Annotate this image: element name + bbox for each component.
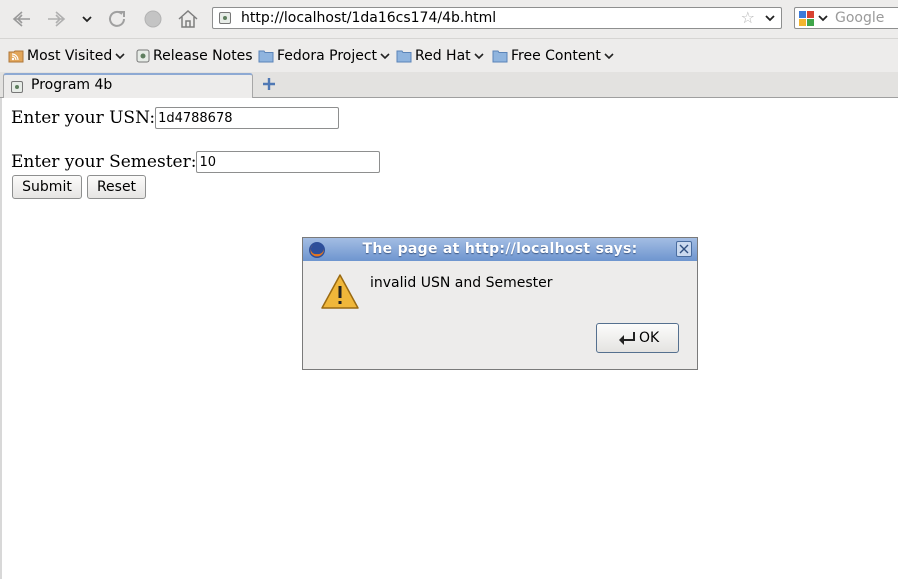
reset-button[interactable]: Reset [87, 175, 146, 199]
chevron-down-icon [115, 53, 125, 60]
semester-label: Enter your Semester: [11, 152, 197, 172]
search-engine-dropdown-icon[interactable] [817, 10, 829, 26]
reload-button[interactable] [104, 5, 130, 33]
stop-icon [144, 10, 162, 28]
warning-icon [321, 274, 359, 309]
chevron-down-icon [474, 53, 484, 60]
bookmark-most-visited[interactable]: Most Visited [8, 47, 125, 65]
home-button[interactable] [175, 5, 201, 33]
google-engine-icon[interactable] [799, 11, 814, 26]
bookmark-red-hat[interactable]: Red Hat [396, 47, 484, 65]
tab-strip: Program 4b [0, 72, 898, 98]
rss-folder-icon [8, 50, 24, 63]
navigation-toolbar: ☆ [0, 0, 898, 38]
close-icon [679, 244, 689, 254]
dialog-titlebar[interactable]: The page at http://localhost says: [303, 238, 697, 261]
stop-button[interactable] [140, 5, 166, 33]
semester-row: Enter your Semester: [11, 151, 381, 173]
reload-icon [109, 10, 125, 27]
page-icon [136, 49, 150, 63]
chevron-down-icon [380, 53, 390, 60]
submit-button[interactable]: Submit [12, 175, 82, 199]
bookmark-fedora-project[interactable]: Fedora Project [258, 47, 390, 65]
bookmark-label: Most Visited [27, 48, 113, 64]
dialog-close-button[interactable] [676, 241, 692, 257]
bookmarks-toolbar: Most Visited Release Notes Fedora Projec… [0, 38, 898, 72]
address-bar[interactable]: ☆ [212, 7, 782, 29]
tab-favicon-icon [11, 81, 23, 93]
bookmark-label: Free Content [511, 48, 601, 64]
new-tab-plus-icon[interactable] [262, 76, 276, 92]
semester-input[interactable] [196, 151, 381, 173]
chevron-down-icon [82, 16, 92, 23]
dialog-title: The page at http://localhost says: [362, 241, 638, 257]
bookmark-free-content[interactable]: Free Content [492, 47, 614, 65]
search-input[interactable] [835, 9, 898, 27]
usn-input[interactable] [155, 107, 340, 129]
chevron-down-icon [604, 53, 614, 60]
ok-button[interactable]: OK [596, 323, 679, 353]
folder-icon [492, 50, 508, 63]
bookmark-label: Release Notes [153, 48, 253, 64]
bookmark-star-icon[interactable]: ☆ [741, 9, 755, 27]
search-bar[interactable] [794, 7, 898, 29]
home-icon [178, 9, 198, 28]
tab-label: Program 4b [31, 77, 113, 93]
forward-arrow-icon [48, 11, 66, 27]
back-arrow-icon [12, 11, 30, 27]
tab-program-4b[interactable]: Program 4b [3, 73, 253, 98]
forward-button[interactable] [44, 5, 70, 33]
folder-icon [258, 50, 274, 63]
usn-row: Enter your USN: [11, 107, 340, 129]
dialog-message: invalid USN and Semester [370, 275, 553, 291]
folder-icon [396, 50, 412, 63]
alert-dialog: The page at http://localhost says: inval… [302, 237, 698, 370]
ok-label: OK [639, 330, 660, 346]
return-arrow-icon [619, 332, 635, 345]
bookmark-label: Red Hat [415, 48, 471, 64]
back-button[interactable] [8, 5, 34, 33]
url-input[interactable] [241, 9, 741, 27]
bookmark-release-notes[interactable]: Release Notes [136, 47, 253, 65]
url-dropdown-icon[interactable] [764, 10, 776, 26]
usn-label: Enter your USN: [11, 108, 156, 128]
bookmark-label: Fedora Project [277, 48, 378, 64]
page-favicon-icon [219, 12, 231, 24]
history-dropdown-button[interactable] [79, 5, 95, 33]
